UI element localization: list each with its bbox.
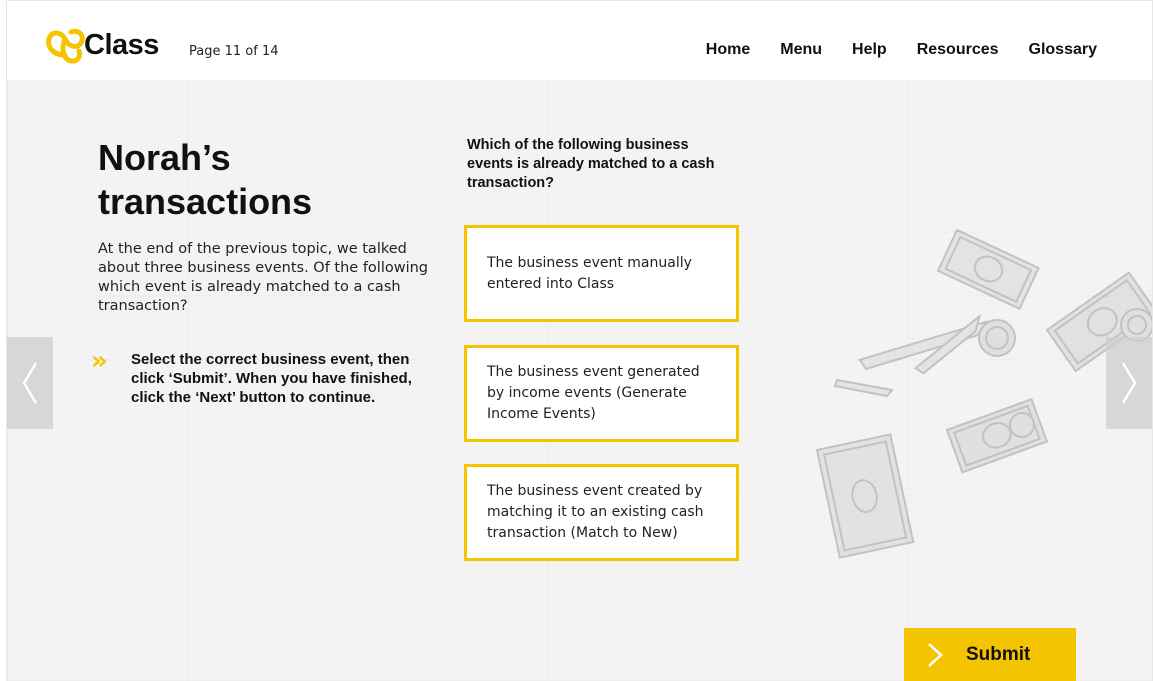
class-logo[interactable]: Class xyxy=(43,25,159,65)
question-text: Which of the following business events i… xyxy=(467,137,715,191)
submit-button[interactable]: Submit xyxy=(904,628,1076,681)
double-chevron-icon: » xyxy=(91,346,108,376)
answer-option-label: The business event generated by income e… xyxy=(487,364,700,422)
previous-button[interactable] xyxy=(7,337,53,429)
page-title: Norah’s transactions xyxy=(98,137,313,222)
submit-label: Submit xyxy=(966,643,1031,665)
chevron-right-icon xyxy=(1121,362,1137,404)
intro-text: At the end of the previous topic, we tal… xyxy=(98,241,429,314)
page-indicator: Page 11 of 14 xyxy=(189,44,279,59)
answer-option-label: The business event created by matching i… xyxy=(487,483,704,541)
nav-menu[interactable]: Menu xyxy=(780,41,822,59)
instruction-text: Select the correct business event, then … xyxy=(131,351,412,406)
course-player: Class Page 11 of 14 Home Menu Help Resou… xyxy=(6,0,1153,681)
answer-option-2[interactable]: The business event generated by income e… xyxy=(464,345,739,442)
class-logo-icon xyxy=(46,28,85,64)
answer-option-3[interactable]: The business event created by matching i… xyxy=(464,464,739,561)
next-button[interactable] xyxy=(1106,337,1152,429)
flying-money-illustration xyxy=(815,228,1152,559)
answer-option-label: The business event manually entered into… xyxy=(487,254,692,292)
main-nav: Home Menu Help Resources Glossary xyxy=(706,41,1097,59)
chevron-left-icon xyxy=(22,362,38,404)
slide-content: Norah’s transactions At the end of the p… xyxy=(7,80,1152,681)
instruction-block: » Select the correct business event, the… xyxy=(91,346,431,407)
nav-resources[interactable]: Resources xyxy=(917,41,999,59)
nav-glossary[interactable]: Glossary xyxy=(1029,41,1097,59)
nav-home[interactable]: Home xyxy=(706,41,750,59)
chevron-right-icon xyxy=(928,642,943,667)
nav-help[interactable]: Help xyxy=(852,41,887,59)
logo-text: Class xyxy=(84,28,159,61)
answer-option-1[interactable]: The business event manually entered into… xyxy=(464,225,739,322)
header: Class Page 11 of 14 Home Menu Help Resou… xyxy=(7,0,1152,80)
